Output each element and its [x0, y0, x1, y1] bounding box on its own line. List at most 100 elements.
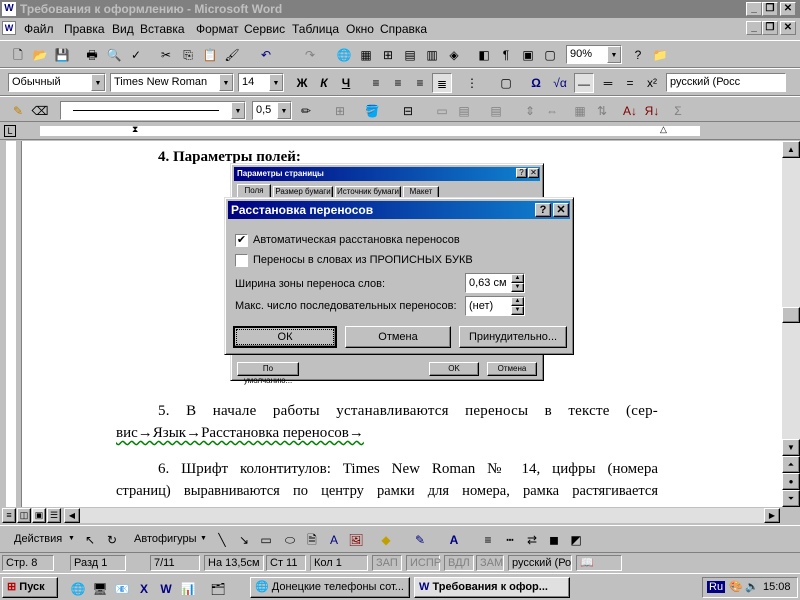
- web-view-icon[interactable]: ◫: [17, 508, 31, 523]
- doc-restore-icon[interactable]: ❐: [762, 21, 778, 35]
- drawing-icon[interactable]: ◈: [444, 45, 464, 65]
- tables-borders-icon[interactable]: ▦: [356, 45, 376, 65]
- split-cells-icon[interactable]: ▤: [454, 101, 474, 121]
- quicklaunch-ppt-icon[interactable]: 📊: [178, 579, 198, 599]
- indent-marker-icon[interactable]: ⧗: [132, 124, 138, 135]
- status-trk[interactable]: ИСПР: [406, 555, 441, 571]
- restore-icon[interactable]: ❐: [762, 2, 778, 16]
- language-select[interactable]: русский (Росс: [666, 73, 786, 92]
- hscroll-track[interactable]: [80, 508, 764, 523]
- outside-border-icon[interactable]: ⊞: [330, 101, 350, 121]
- spelling-icon[interactable]: ✓: [126, 45, 146, 65]
- redo-icon[interactable]: ↷: [300, 45, 320, 65]
- line-color-icon[interactable]: ✎: [410, 530, 430, 550]
- scroll-up-icon[interactable]: ▲: [782, 141, 800, 158]
- status-lang[interactable]: русский (Ро: [508, 555, 572, 571]
- copy-icon[interactable]: ⎘: [178, 45, 198, 65]
- prev-page-icon[interactable]: ⏶: [782, 456, 800, 473]
- equation-icon[interactable]: √α: [550, 73, 570, 93]
- numbering-icon[interactable]: ⋮: [462, 73, 482, 93]
- tab-stop-icon[interactable]: L: [4, 125, 16, 137]
- chevron-down-icon[interactable]: ▼: [200, 535, 207, 542]
- menu-window[interactable]: Окно: [346, 22, 374, 36]
- line-icon[interactable]: —: [574, 73, 594, 93]
- autoformat-icon[interactable]: ▦: [570, 101, 590, 121]
- insert-table2-icon[interactable]: ⊟: [398, 101, 418, 121]
- web-toolbox-icon[interactable]: ▣: [518, 45, 538, 65]
- status-rec[interactable]: ЗАП: [372, 555, 402, 571]
- task-button-phones[interactable]: 🌐 Донецкие телефоны сот...: [250, 577, 410, 598]
- scroll-down-icon[interactable]: ▼: [782, 439, 800, 456]
- menu-tools[interactable]: Сервис: [244, 22, 285, 36]
- font-color-icon[interactable]: A: [444, 530, 464, 550]
- menu-file[interactable]: Файл: [24, 22, 54, 36]
- symbol-icon[interactable]: Ω: [526, 73, 546, 93]
- normal-view-icon[interactable]: ≡: [2, 508, 16, 523]
- select-objects-icon[interactable]: ↖: [80, 530, 100, 550]
- chevron-down-icon[interactable]: ▼: [269, 74, 283, 91]
- menu-insert[interactable]: Вставка: [140, 22, 185, 36]
- next-page-icon[interactable]: ⏷: [782, 490, 800, 507]
- page-view-icon[interactable]: ▣: [32, 508, 46, 523]
- cut-icon[interactable]: ✂: [156, 45, 176, 65]
- bold-icon[interactable]: Ж: [292, 73, 312, 93]
- spelling-status-icon[interactable]: 📖: [576, 555, 622, 571]
- menu-table[interactable]: Таблица: [292, 22, 339, 36]
- scroll-right-icon[interactable]: ▶: [764, 508, 780, 523]
- open-icon[interactable]: 📂: [30, 45, 50, 65]
- columns-icon[interactable]: ▥: [422, 45, 442, 65]
- sort-desc-icon[interactable]: Я↓: [642, 101, 662, 121]
- rotate-icon[interactable]: ↻: [102, 530, 122, 550]
- quicklaunch-word-icon[interactable]: W: [156, 579, 176, 599]
- start-button[interactable]: ⊞ Пуск: [2, 577, 58, 598]
- doc-minimize-icon[interactable]: _: [746, 21, 762, 35]
- horizontal-ruler[interactable]: L ⧗ △: [0, 122, 800, 140]
- scroll-thumb[interactable]: [782, 307, 800, 323]
- show-marks-icon[interactable]: ¶: [496, 45, 516, 65]
- outline-view-icon[interactable]: ☰: [47, 508, 61, 523]
- menu-edit[interactable]: Правка: [64, 22, 105, 36]
- quicklaunch-excel-icon[interactable]: X: [134, 579, 154, 599]
- browse-object-icon[interactable]: ●: [782, 473, 800, 490]
- print-icon[interactable]: 🖶: [82, 45, 102, 65]
- insert-excel-icon[interactable]: ▤: [400, 45, 420, 65]
- vertical-ruler[interactable]: [0, 141, 22, 507]
- justify-icon[interactable]: ≣: [432, 73, 452, 93]
- scroll-left-icon[interactable]: ◀: [64, 508, 80, 523]
- wordart-icon[interactable]: A: [324, 530, 344, 550]
- align-left-icon[interactable]: ≡: [366, 73, 386, 93]
- paste-icon[interactable]: 📋: [200, 45, 220, 65]
- insert-table-icon[interactable]: ⊞: [378, 45, 398, 65]
- tray-volume-icon[interactable]: 🔊: [745, 580, 759, 593]
- border-color-icon[interactable]: ✏: [296, 101, 316, 121]
- document-map-icon[interactable]: ◧: [474, 45, 494, 65]
- textbox-icon[interactable]: 🗎: [302, 530, 322, 550]
- help-icon[interactable]: ?: [628, 45, 648, 65]
- distribute-rows-icon[interactable]: ⇕: [520, 101, 540, 121]
- task-button-word[interactable]: W Требования к офор...: [414, 577, 570, 598]
- quicklaunch-other-icon[interactable]: 🗂: [208, 579, 228, 599]
- toolbox-icon[interactable]: ▢: [540, 45, 560, 65]
- fill-color-icon[interactable]: ◆: [376, 530, 396, 550]
- tray-app-icon[interactable]: 🎨: [729, 580, 743, 593]
- borders-icon[interactable]: ▢: [496, 73, 516, 93]
- align-top-icon[interactable]: ▤: [486, 101, 506, 121]
- zoom-select[interactable]: 90% ▼: [566, 45, 622, 64]
- chevron-down-icon[interactable]: ▼: [219, 74, 233, 91]
- line-style-select[interactable]: ▼: [60, 101, 246, 120]
- office-assistant-icon[interactable]: 📁: [650, 45, 670, 65]
- chevron-down-icon[interactable]: ▼: [607, 46, 621, 63]
- autoshapes-menu[interactable]: Автофигуры: [134, 533, 197, 545]
- hyperlink-icon[interactable]: 🌐: [334, 45, 354, 65]
- save-icon[interactable]: 💾: [52, 45, 72, 65]
- document-icon[interactable]: W: [2, 21, 16, 35]
- minimize-icon[interactable]: _: [746, 2, 762, 16]
- quicklaunch-browser-icon[interactable]: 🌐: [68, 579, 88, 599]
- oval-tool-icon[interactable]: ⬭: [280, 530, 300, 550]
- preview-icon[interactable]: 🔍: [104, 45, 124, 65]
- double-line-icon[interactable]: ═: [598, 73, 618, 93]
- line-weight-select[interactable]: 0,5 ▼: [252, 101, 292, 120]
- distribute-cols-icon[interactable]: ⇔: [542, 101, 562, 121]
- align-center-icon[interactable]: ≡: [388, 73, 408, 93]
- sort-asc-icon[interactable]: A↓: [620, 101, 640, 121]
